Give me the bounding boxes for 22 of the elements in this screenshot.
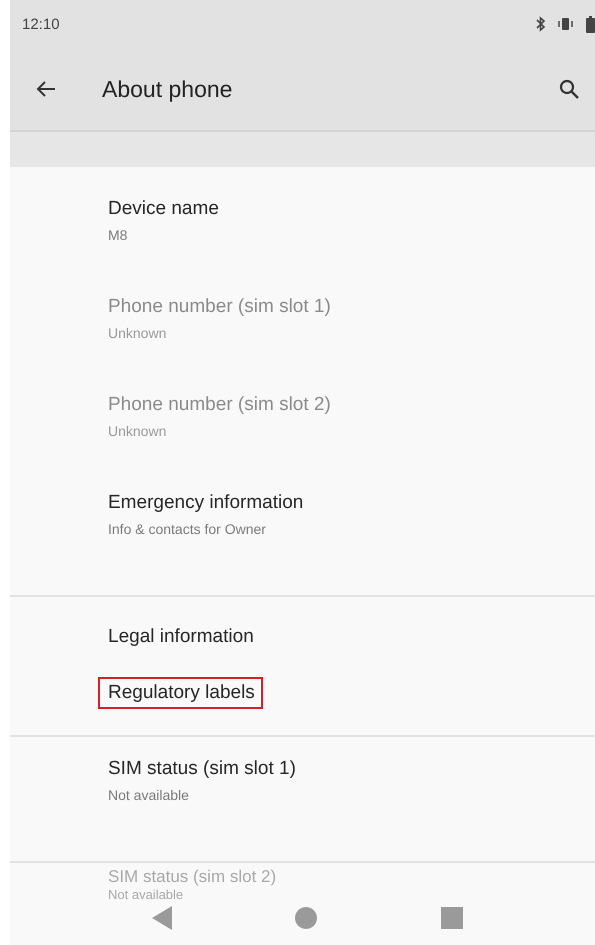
setting-summary: Not available (108, 887, 184, 902)
setting-title: SIM status (sim slot 2) (108, 867, 276, 887)
recents-square-icon[interactable] (441, 907, 464, 929)
setting-title[interactable]: Emergency information (98, 487, 312, 519)
home-circle-icon[interactable] (295, 907, 318, 929)
setting-title[interactable]: SIM status (sim slot 1) (98, 753, 304, 785)
setting-title[interactable]: Regulatory labels (98, 677, 263, 709)
setting-summary: M8 (108, 227, 128, 243)
clock-time: 12:10 (22, 16, 60, 32)
battery-icon (586, 16, 595, 32)
setting-summary: Info & contacts for Owner (108, 521, 267, 537)
back-arrow-icon[interactable] (36, 80, 56, 98)
setting-summary: Unknown (108, 325, 168, 341)
bluetooth-icon (536, 16, 546, 32)
page-title: About phone (102, 76, 234, 102)
back-triangle-icon[interactable] (152, 906, 172, 930)
setting-title[interactable]: Legal information (98, 621, 262, 653)
setting-summary: Unknown (108, 423, 168, 439)
setting-summary: Not available (108, 787, 190, 803)
setting-title[interactable]: Device name (98, 193, 227, 225)
search-icon[interactable] (559, 79, 579, 99)
vibrate-icon (558, 17, 574, 31)
